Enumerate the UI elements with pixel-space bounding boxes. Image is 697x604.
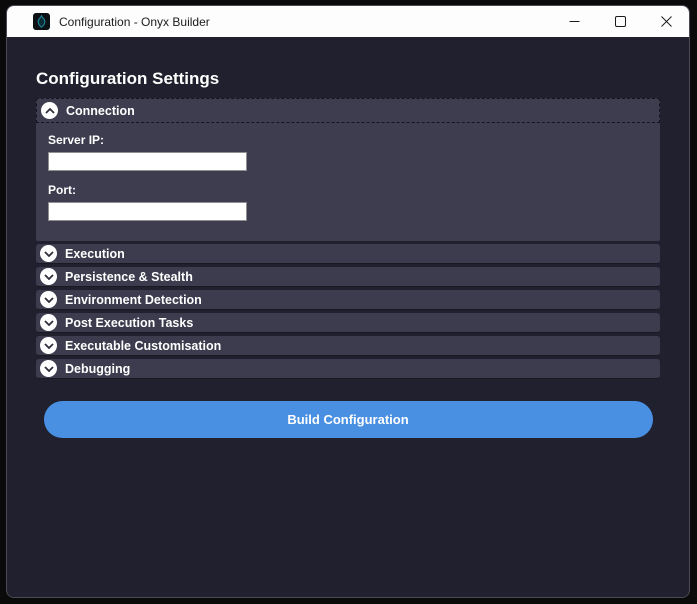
section-header-connection[interactable]: Connection <box>36 98 660 123</box>
maximize-icon <box>614 16 626 27</box>
titlebar: Configuration - Onyx Builder <box>7 6 689 37</box>
chevron-down-icon <box>40 245 57 262</box>
section-header-persistence-stealth[interactable]: Persistence & Stealth <box>36 267 660 287</box>
section-header-post-execution-tasks[interactable]: Post Execution Tasks <box>36 313 660 333</box>
minimize-button[interactable] <box>551 6 597 37</box>
close-icon <box>660 16 672 27</box>
chevron-down-icon <box>40 291 57 308</box>
maximize-button[interactable] <box>597 6 643 37</box>
section-label: Execution <box>65 246 125 261</box>
app-logo-icon <box>33 13 50 30</box>
chevron-up-icon <box>41 102 58 119</box>
chevron-down-icon <box>40 360 57 377</box>
close-button[interactable] <box>643 6 689 37</box>
port-label: Port: <box>48 183 76 197</box>
window-title: Configuration - Onyx Builder <box>59 14 210 29</box>
section-label: Post Execution Tasks <box>65 315 194 330</box>
chevron-down-icon <box>40 268 57 285</box>
build-configuration-button[interactable]: Build Configuration <box>43 401 653 438</box>
minimize-icon <box>569 21 579 22</box>
chevron-down-icon <box>40 314 57 331</box>
section-header-environment-detection[interactable]: Environment Detection <box>36 290 660 310</box>
server-ip-label: Server IP: <box>48 133 105 147</box>
section-connection: Connection Server IP: Port: <box>36 98 660 241</box>
port-input[interactable] <box>48 202 247 221</box>
main-content: Configuration Settings Connection Server… <box>7 37 689 597</box>
section-header-execution[interactable]: Execution <box>36 244 660 264</box>
chevron-down-icon <box>40 337 57 354</box>
window-controls <box>551 6 689 37</box>
connection-body: Server IP: Port: <box>36 123 660 241</box>
section-header-debugging[interactable]: Debugging <box>36 359 660 379</box>
server-ip-input[interactable] <box>48 152 247 171</box>
section-label: Persistence & Stealth <box>65 269 193 284</box>
section-header-executable-customisation[interactable]: Executable Customisation <box>36 336 660 356</box>
section-label: Debugging <box>65 361 131 376</box>
app-window: Configuration - Onyx Builder Configurati… <box>6 5 690 598</box>
section-label: Environment Detection <box>65 292 202 307</box>
page-title: Configuration Settings <box>36 69 220 88</box>
section-label: Connection <box>66 103 135 118</box>
section-label: Executable Customisation <box>65 338 222 353</box>
